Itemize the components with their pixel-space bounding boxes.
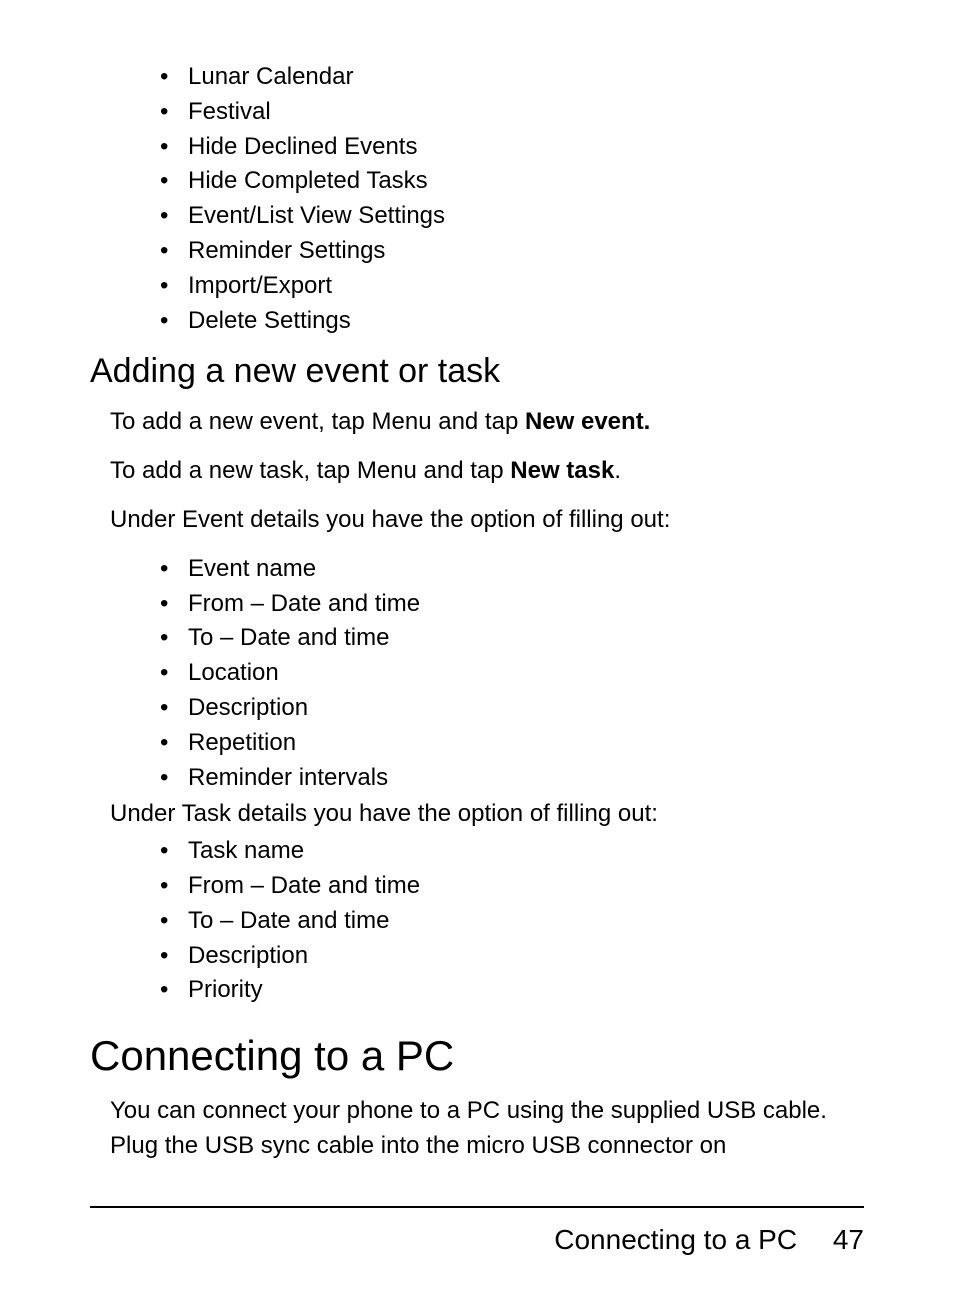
subheading-adding-event: Adding a new event or task xyxy=(90,352,864,391)
list-item: Reminder Settings xyxy=(160,234,864,269)
footer-line: Connecting to a PC 47 xyxy=(90,1224,864,1256)
list-item: Description xyxy=(160,691,864,726)
list-item: Event/List View Settings xyxy=(160,199,864,234)
list-item: To – Date and time xyxy=(160,621,864,656)
settings-list: Lunar Calendar Festival Hide Declined Ev… xyxy=(90,60,864,338)
text: To add a new event, tap Menu and tap xyxy=(110,408,525,435)
text: . xyxy=(614,457,621,484)
page-footer: Connecting to a PC 47 xyxy=(90,1206,864,1256)
list-item: Description xyxy=(160,939,864,974)
list-item: Delete Settings xyxy=(160,304,864,339)
list-item: Hide Declined Events xyxy=(160,130,864,165)
list-item: From – Date and time xyxy=(160,587,864,622)
paragraph-event-details: Under Event details you have the option … xyxy=(90,503,864,538)
list-item: Festival xyxy=(160,95,864,130)
list-item: Event name xyxy=(160,552,864,587)
list-item: Hide Completed Tasks xyxy=(160,164,864,199)
event-details-list: Event name From – Date and time To – Dat… xyxy=(90,552,864,796)
heading-connecting-to-pc: Connecting to a PC xyxy=(90,1032,864,1080)
document-page: Lunar Calendar Festival Hide Declined Ev… xyxy=(0,0,954,1316)
paragraph-task-details: Under Task details you have the option o… xyxy=(90,797,864,832)
list-item: Import/Export xyxy=(160,269,864,304)
list-item: Reminder intervals xyxy=(160,761,864,796)
paragraph-connect-pc: You can connect your phone to a PC using… xyxy=(90,1094,864,1164)
footer-section-title: Connecting to a PC xyxy=(554,1224,797,1255)
footer-rule xyxy=(90,1206,864,1208)
list-item: Location xyxy=(160,656,864,691)
text: To add a new task, tap Menu and tap xyxy=(110,457,510,484)
list-item: Task name xyxy=(160,834,864,869)
paragraph-new-task: To add a new task, tap Menu and tap New … xyxy=(90,454,864,489)
list-item: Lunar Calendar xyxy=(160,60,864,95)
list-item: Priority xyxy=(160,973,864,1008)
list-item: To – Date and time xyxy=(160,904,864,939)
list-item: From – Date and time xyxy=(160,869,864,904)
bold-text: New task xyxy=(510,457,614,484)
task-details-list: Task name From – Date and time To – Date… xyxy=(90,834,864,1008)
paragraph-new-event: To add a new event, tap Menu and tap New… xyxy=(90,405,864,440)
bold-text: New event. xyxy=(525,408,650,435)
list-item: Repetition xyxy=(160,726,864,761)
footer-page-number: 47 xyxy=(833,1224,864,1256)
